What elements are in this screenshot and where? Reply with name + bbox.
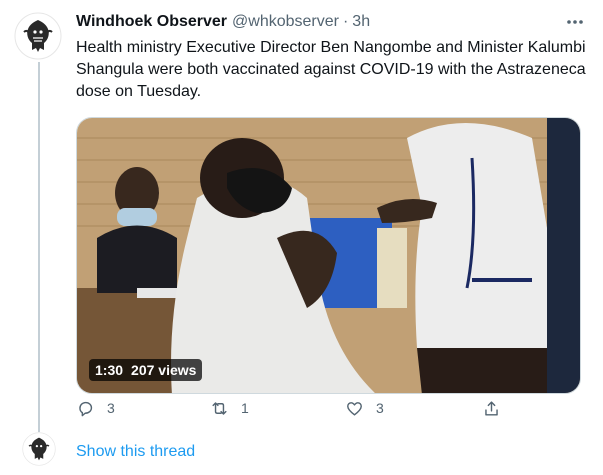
avatar[interactable] <box>14 12 62 60</box>
like-button[interactable]: 3 <box>345 388 384 428</box>
thread-avatar[interactable] <box>22 432 56 466</box>
video-duration: 1:30 <box>95 362 124 378</box>
video-badge: 1:30 207 views <box>89 359 203 381</box>
like-count: 3 <box>376 400 384 416</box>
share-button[interactable] <box>482 388 513 428</box>
reply-icon <box>79 401 93 416</box>
display-name[interactable]: Windhoek Observer <box>76 13 227 31</box>
video-views: 207 views <box>131 362 197 378</box>
avatar-logo <box>14 12 62 60</box>
tweet[interactable]: Windhoek Observer @whkobserver · 3h Heal… <box>76 10 586 394</box>
timestamp[interactable]: 3h <box>352 13 370 31</box>
tweet-header: Windhoek Observer @whkobserver · 3h <box>76 10 586 34</box>
handle[interactable]: @whkobserver <box>232 13 339 31</box>
like-icon <box>347 401 362 416</box>
tweet-actions: 3 1 3 <box>76 388 516 428</box>
reply-count: 3 <box>107 400 115 416</box>
video-thumbnail <box>77 118 580 393</box>
show-thread-link[interactable]: Show this thread <box>76 443 195 461</box>
share-icon <box>485 400 498 416</box>
thread-line <box>38 62 40 434</box>
reply-button[interactable]: 3 <box>76 388 115 428</box>
video-player[interactable]: 1:30 207 views <box>76 117 581 394</box>
avatar-logo <box>22 432 56 466</box>
retweet-count: 1 <box>241 400 249 416</box>
tweet-text: Health ministry Executive Director Ben N… <box>76 39 586 100</box>
retweet-icon <box>212 401 227 415</box>
separator-dot: · <box>342 13 349 30</box>
more-icon[interactable] <box>564 12 586 32</box>
retweet-button[interactable]: 1 <box>210 388 249 428</box>
